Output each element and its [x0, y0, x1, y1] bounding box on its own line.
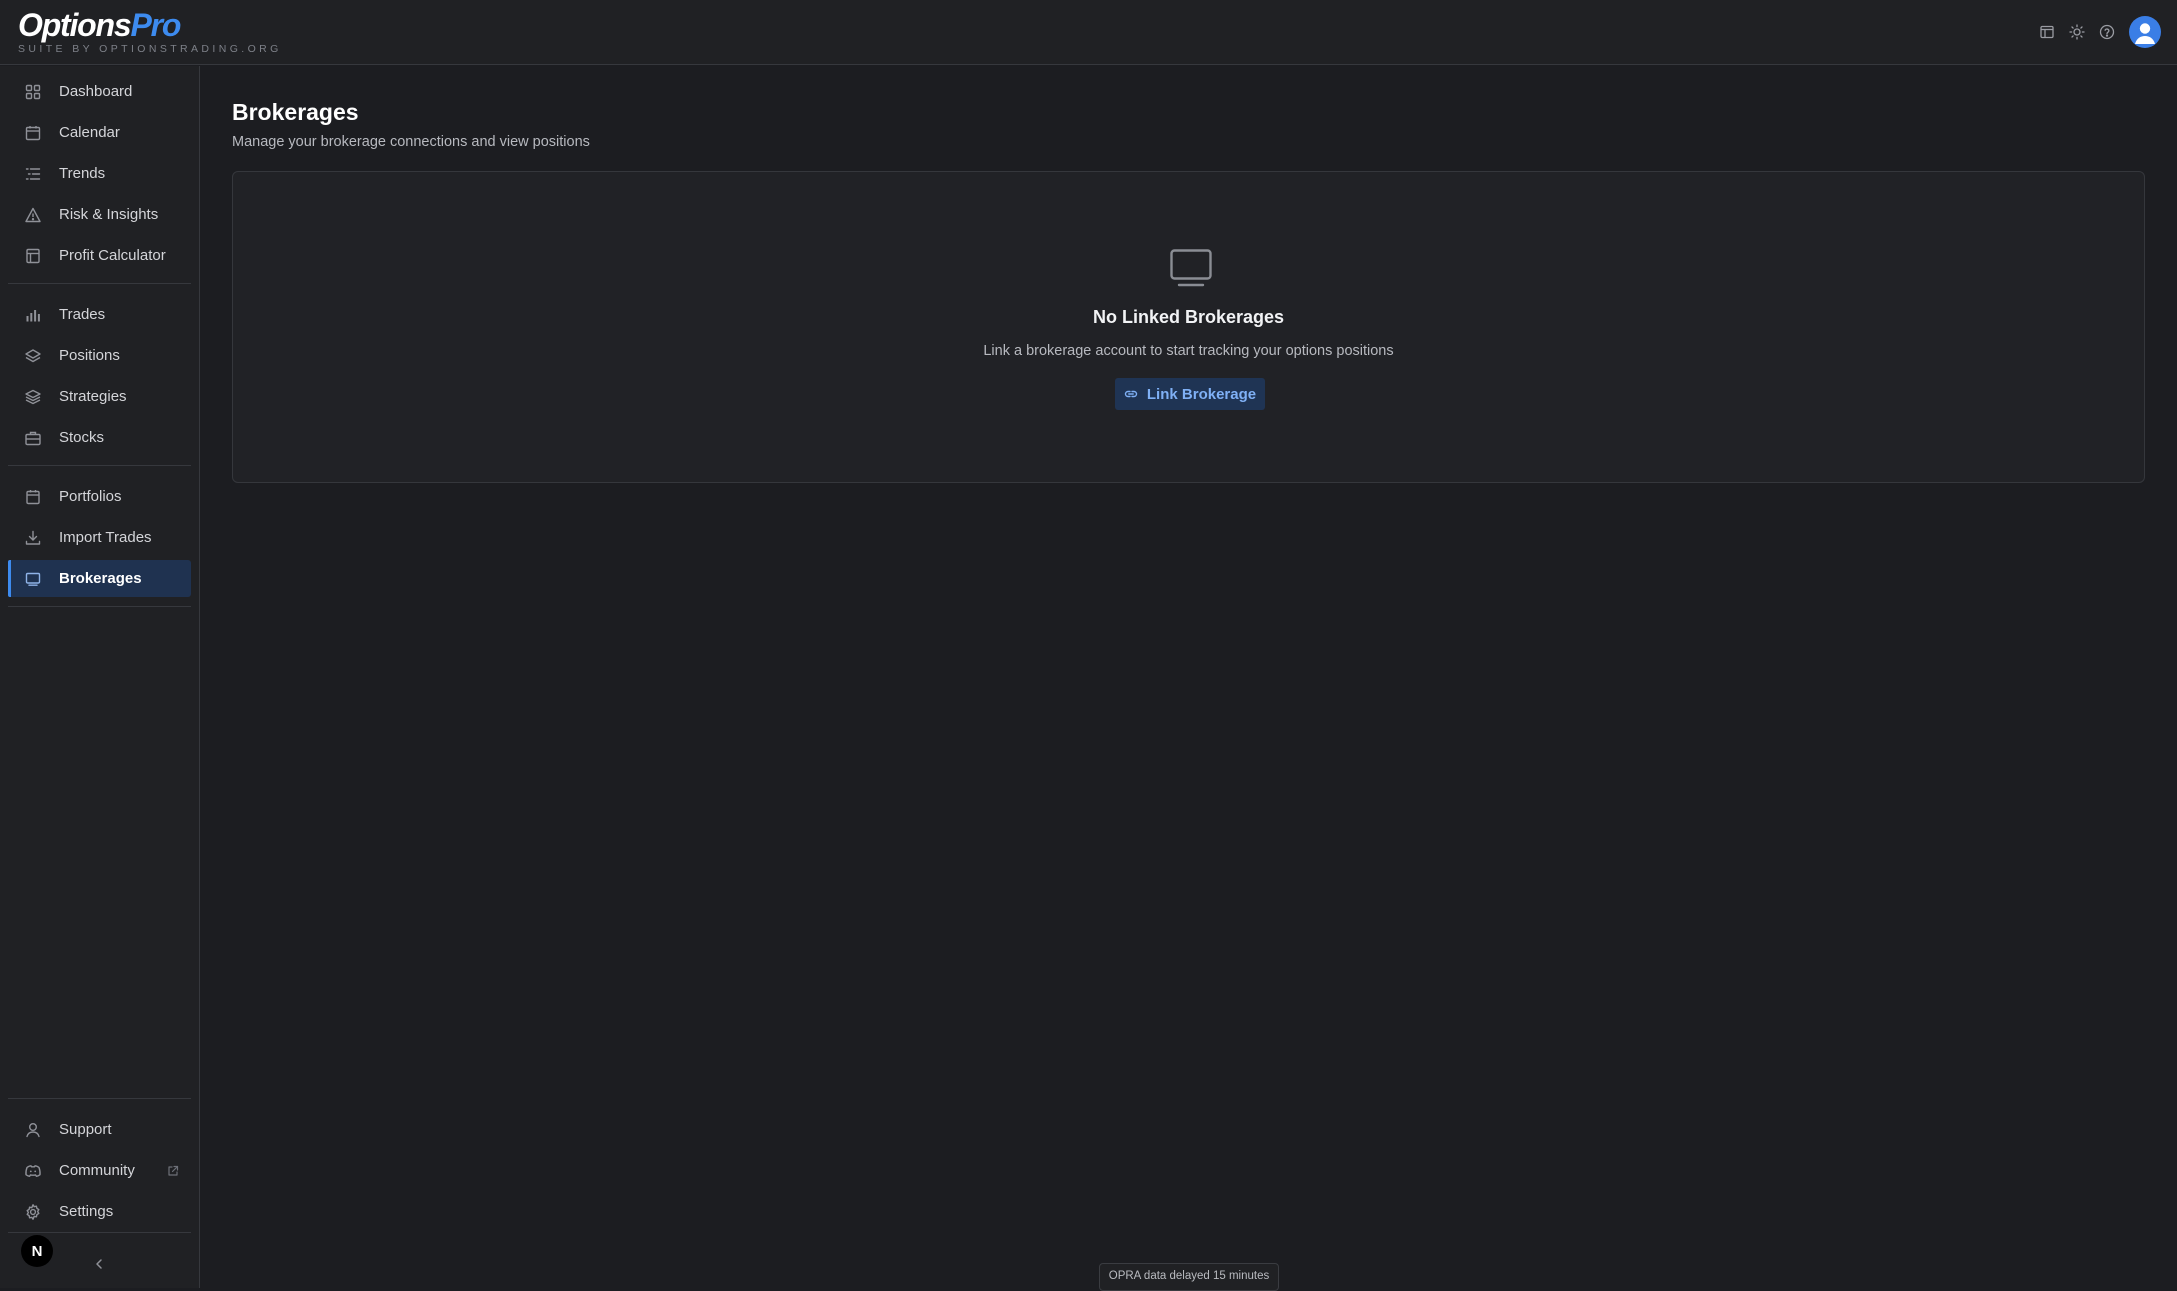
brand-wordmark: OptionsPro [18, 8, 282, 42]
brand-logo[interactable]: OptionsPro SUITE BY OPTIONSTRADING.ORG [18, 8, 282, 55]
sidebar-divider [8, 283, 191, 284]
sidebar-item-support[interactable]: Support [8, 1111, 191, 1148]
grid-icon [24, 83, 42, 101]
sidebar-item-label: Dashboard [59, 83, 133, 100]
sidebar-item-dashboard[interactable]: Dashboard [8, 73, 191, 110]
top-bar: OptionsPro SUITE BY OPTIONSTRADING.ORG [0, 0, 2177, 65]
warning-triangle-icon [24, 206, 42, 224]
chevron-left-icon[interactable] [90, 1255, 108, 1273]
data-delay-notice: OPRA data delayed 15 minutes [1099, 1263, 1279, 1291]
sidebar-item-settings[interactable]: Settings [8, 1193, 191, 1230]
sidebar-item-portfolios[interactable]: Portfolios [8, 478, 191, 515]
sidebar-item-label: Positions [59, 347, 120, 364]
sidebar-divider [8, 606, 191, 607]
layers-icon [24, 347, 42, 365]
list-icon [24, 165, 42, 183]
sidebar-item-label: Calendar [59, 124, 120, 141]
sidebar-item-positions[interactable]: Positions [8, 337, 191, 374]
link-icon [1124, 387, 1138, 401]
page-title: Brokerages [232, 99, 359, 125]
monitor-icon [24, 570, 42, 588]
calendar-panel-icon[interactable] [2039, 24, 2055, 40]
sidebar-group-accounts: Portfolios Import Trades Brokerages [0, 478, 199, 597]
gear-icon [24, 1203, 42, 1221]
sidebar-item-calendar[interactable]: Calendar [8, 114, 191, 151]
sidebar-item-label: Stocks [59, 429, 105, 446]
bar-chart-icon [24, 306, 42, 324]
briefcase-icon [24, 429, 42, 447]
link-brokerage-button[interactable]: Link Brokerage [1115, 378, 1265, 410]
sidebar-item-label: Support [59, 1121, 112, 1138]
empty-state-title: No Linked Brokerages [1092, 307, 1285, 327]
app-badge[interactable]: N [21, 1235, 53, 1267]
sidebar-item-label: Risk & Insights [59, 206, 159, 223]
monitor-icon [1169, 248, 1213, 288]
brand-tagline: SUITE BY OPTIONSTRADING.ORG [18, 43, 282, 55]
sidebar-divider [8, 465, 191, 466]
sidebar-item-stocks[interactable]: Stocks [8, 419, 191, 456]
brand-name-main: Options [18, 7, 132, 43]
empty-state-description: Link a brokerage account to start tracki… [983, 343, 1394, 359]
sidebar-item-label: Portfolios [59, 488, 122, 505]
user-avatar-icon[interactable] [2129, 16, 2161, 48]
main-content: Brokerages Manage your brokerage connect… [232, 66, 2145, 483]
sidebar-item-brokerages[interactable]: Brokerages [8, 560, 191, 597]
page-subtitle: Manage your brokerage connections and vi… [232, 134, 590, 150]
external-link-icon [167, 1165, 179, 1177]
empty-state-card: No Linked Brokerages Link a brokerage ac… [232, 171, 2145, 483]
sidebar-item-community[interactable]: Community [8, 1152, 191, 1189]
help-icon[interactable] [2099, 24, 2115, 40]
sidebar-item-label: Import Trades [59, 529, 152, 546]
sidebar-item-label: Strategies [59, 388, 127, 405]
sidebar-item-import-trades[interactable]: Import Trades [8, 519, 191, 556]
sidebar-item-label: Profit Calculator [59, 247, 166, 264]
link-brokerage-label: Link Brokerage [1146, 385, 1257, 403]
sun-icon[interactable] [2069, 24, 2085, 40]
sidebar-item-trades[interactable]: Trades [8, 296, 191, 333]
calculator-icon [24, 247, 42, 265]
sidebar-group-analytics: Dashboard Calendar Trends Risk & Insight… [0, 73, 199, 274]
brand-name-accent: Pro [130, 7, 181, 43]
calendar-icon [24, 124, 42, 142]
sidebar-top-spacer [0, 66, 199, 73]
download-icon [24, 529, 42, 547]
sidebar-item-trends[interactable]: Trends [8, 155, 191, 192]
sidebar-item-profit-calculator[interactable]: Profit Calculator [8, 237, 191, 274]
person-icon [24, 1121, 42, 1139]
sidebar-bottom-group: Support Community Settings [0, 1098, 199, 1234]
sidebar-item-label: Trades [59, 306, 106, 323]
sidebar-item-risk-insights[interactable]: Risk & Insights [8, 196, 191, 233]
sidebar-item-label: Community [59, 1162, 135, 1179]
sidebar-item-label: Trends [59, 165, 106, 182]
sidebar-item-strategies[interactable]: Strategies [8, 378, 191, 415]
stack-icon [24, 388, 42, 406]
sidebar-item-label: Brokerages [59, 570, 142, 587]
top-actions [2039, 15, 2161, 49]
folder-icon [24, 488, 42, 506]
sidebar-divider [8, 1098, 191, 1099]
sidebar-item-label: Settings [59, 1203, 114, 1220]
sidebar-footer: N [8, 1232, 191, 1288]
sidebar: Dashboard Calendar Trends Risk & Insight… [0, 66, 200, 1288]
sidebar-group-help: Support Community Settings [0, 1111, 199, 1230]
sidebar-group-trading: Trades Positions Strategies Stocks [0, 296, 199, 456]
discord-icon [24, 1162, 42, 1180]
